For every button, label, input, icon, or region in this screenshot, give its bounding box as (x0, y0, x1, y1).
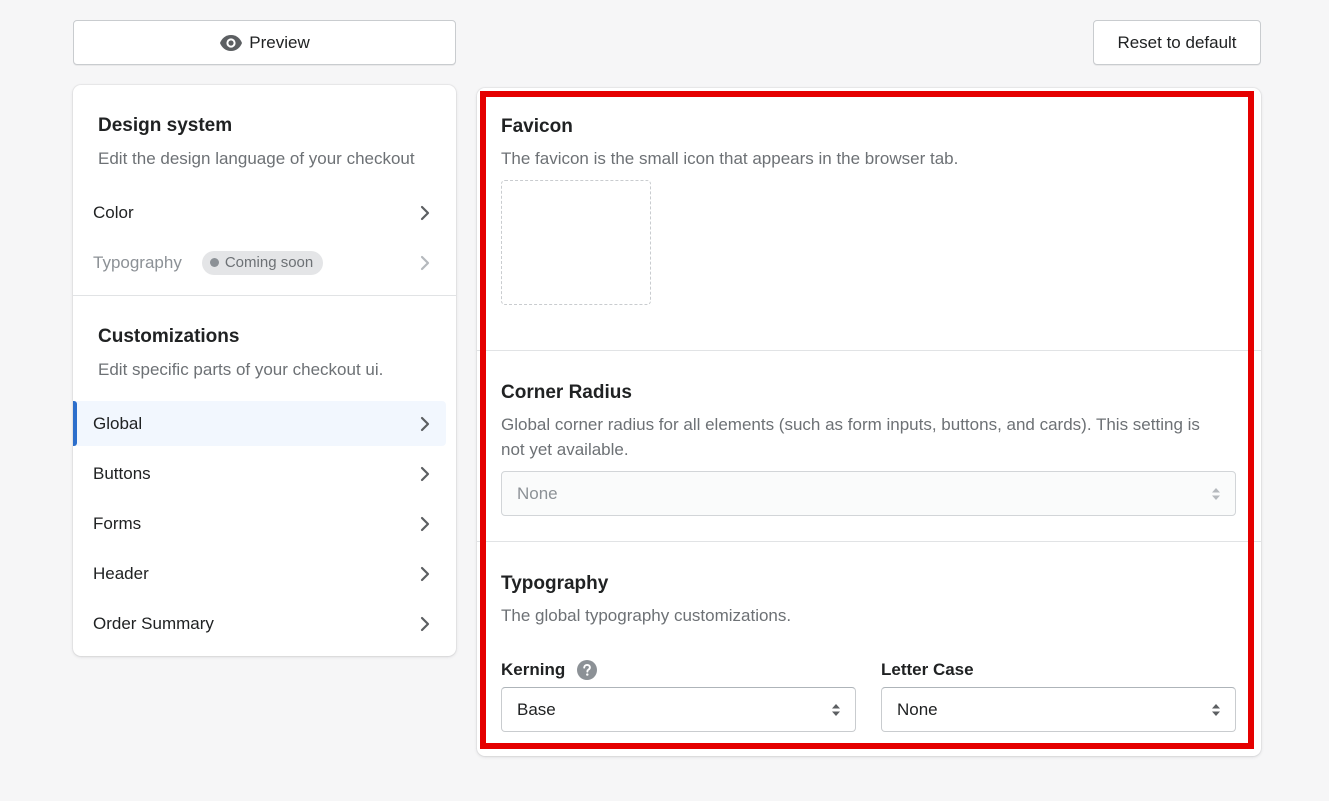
corner-radius-description-line2: not yet available. (501, 440, 629, 459)
section-divider (73, 295, 456, 296)
sidebar-item-buttons[interactable]: Buttons (73, 451, 446, 496)
corner-radius-description-line1: Global corner radius for all elements (s… (501, 415, 1200, 434)
coming-soon-badge: Coming soon (201, 250, 324, 275)
status-dot-icon (209, 258, 219, 267)
settings-sidebar: Design system Edit the design language o… (73, 85, 456, 656)
sidebar-item-typography: Typography Coming soon (73, 240, 446, 285)
select-arrows-icon (832, 703, 840, 716)
sidebar-item-color[interactable]: Color (73, 190, 446, 235)
letter-case-label: Letter Case (881, 660, 974, 679)
badge-label: Coming soon (224, 254, 314, 271)
sidebar-item-order-summary[interactable]: Order Summary (73, 601, 446, 646)
section-divider (477, 541, 1261, 542)
letter-case-value: None (897, 699, 938, 719)
typography-description: The global typography customizations. (501, 606, 792, 625)
corner-radius-select: None (501, 471, 1236, 516)
preview-label: Preview (249, 32, 310, 52)
preview-button[interactable]: Preview (73, 20, 456, 65)
eye-icon (220, 34, 243, 51)
sidebar-item-label: Header (93, 563, 149, 583)
sidebar-item-global[interactable]: Global (73, 401, 446, 446)
select-arrows-icon (1212, 487, 1220, 500)
reset-to-default-button[interactable]: Reset to default (1093, 20, 1261, 65)
sidebar-item-label: Buttons (93, 463, 151, 483)
sidebar-item-header[interactable]: Header (73, 551, 446, 596)
typography-title: Typography (501, 573, 609, 594)
design-system-title: Design system (98, 115, 233, 136)
chevron-right-icon (420, 416, 430, 431)
favicon-title: Favicon (501, 116, 573, 137)
help-question-icon[interactable] (577, 660, 598, 680)
sidebar-item-label: Typography (93, 252, 182, 272)
customizations-title: Customizations (98, 326, 240, 347)
sidebar-item-forms[interactable]: Forms (73, 501, 446, 546)
corner-radius-title: Corner Radius (501, 382, 632, 403)
chevron-right-icon (420, 516, 430, 531)
kerning-label: Kerning (501, 660, 598, 680)
sidebar-item-label: Global (93, 413, 143, 433)
favicon-description: The favicon is the small icon that appea… (501, 149, 959, 168)
global-settings-panel: Favicon The favicon is the small icon th… (477, 88, 1261, 756)
letter-case-select[interactable]: None (881, 687, 1236, 732)
section-divider (477, 350, 1261, 351)
favicon-upload-dropzone[interactable] (501, 180, 651, 305)
design-system-description: Edit the design language of your checkou… (98, 149, 415, 168)
chevron-right-icon (420, 466, 430, 481)
sidebar-item-label: Forms (93, 513, 142, 533)
chevron-right-icon (420, 566, 430, 581)
sidebar-item-label: Color (93, 202, 134, 222)
kerning-label-text: Kerning (501, 660, 566, 679)
chevron-right-icon (420, 616, 430, 631)
customizations-description: Edit specific parts of your checkout ui. (98, 360, 384, 379)
sidebar-item-label: Order Summary (93, 613, 214, 633)
corner-radius-value: None (517, 483, 558, 503)
kerning-value: Base (517, 699, 556, 719)
kerning-select[interactable]: Base (501, 687, 856, 732)
select-arrows-icon (1212, 703, 1220, 716)
chevron-right-icon (420, 255, 430, 270)
chevron-right-icon (420, 205, 430, 220)
